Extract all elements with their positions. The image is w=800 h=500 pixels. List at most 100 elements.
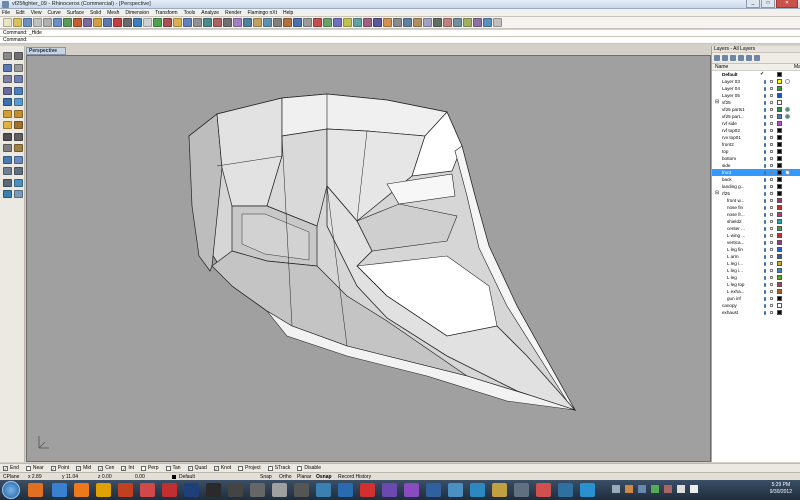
toolbar-tool-icon[interactable]	[383, 18, 392, 27]
visibility-bulb-icon[interactable]	[764, 220, 766, 224]
osnap-quad[interactable]: ✓ Quad	[187, 465, 207, 471]
lock-icon[interactable]	[770, 108, 773, 111]
explorer-icon[interactable]	[52, 483, 67, 497]
toolbar-tool-icon[interactable]	[403, 18, 412, 27]
toolbar-tool-icon[interactable]	[63, 18, 72, 27]
layer-color-swatch[interactable]	[777, 289, 782, 294]
left-palette-tool-icon[interactable]	[3, 190, 12, 198]
left-palette-tool-icon[interactable]	[3, 52, 12, 60]
toolbar-tool-icon[interactable]	[463, 18, 472, 27]
toolbar-tool-icon[interactable]	[53, 18, 62, 27]
left-palette-tool-icon[interactable]	[14, 178, 23, 187]
toolbar-tool-icon[interactable]	[33, 18, 42, 27]
layer-color-swatch[interactable]	[777, 247, 782, 252]
visibility-bulb-icon[interactable]	[764, 150, 766, 154]
visibility-bulb-icon[interactable]	[764, 115, 766, 119]
osnap-checkbox[interactable]	[140, 465, 146, 471]
lock-icon[interactable]	[770, 178, 773, 181]
app-icon-19[interactable]	[558, 483, 573, 497]
osnap-disable[interactable]: Disable	[297, 465, 321, 471]
left-palette-tool-icon[interactable]	[3, 63, 12, 72]
start-button[interactable]	[2, 481, 20, 499]
layer-row[interactable]: L leg fin	[712, 246, 800, 253]
layer-color-swatch[interactable]	[777, 128, 782, 133]
layer-row[interactable]: bottom	[712, 155, 800, 162]
layer-row[interactable]: front2	[712, 141, 800, 148]
toolbar-tool-icon[interactable]	[73, 18, 82, 27]
layer-expander-icon[interactable]: ⊟	[715, 99, 719, 106]
toolbar-tool-icon[interactable]	[93, 18, 102, 27]
move-up-icon[interactable]	[738, 55, 744, 61]
layer-row[interactable]: Layer 04	[712, 85, 800, 92]
toolbar-tool-icon[interactable]	[373, 18, 382, 27]
left-palette-tool-icon[interactable]	[3, 144, 12, 152]
layer-row[interactable]: L arm	[712, 253, 800, 260]
app-icon-5[interactable]	[228, 483, 243, 497]
layer-row[interactable]: canopy	[712, 302, 800, 309]
layer-row[interactable]: ⊟ vf25	[712, 99, 800, 106]
layer-color-swatch[interactable]	[777, 100, 782, 105]
layer-row[interactable]: back	[712, 176, 800, 183]
layer-row[interactable]: rvv top01	[712, 134, 800, 141]
layer-color-swatch[interactable]	[777, 86, 782, 91]
menu-dimension[interactable]: Dimension	[125, 9, 149, 16]
visibility-bulb-icon[interactable]	[764, 241, 766, 245]
left-palette-tool-icon[interactable]	[3, 75, 12, 83]
lock-icon[interactable]	[770, 185, 773, 188]
toolbar-tool-icon[interactable]	[223, 18, 232, 27]
layer-color-swatch[interactable]	[777, 212, 782, 217]
toolbar-tool-icon[interactable]	[433, 18, 442, 27]
visibility-bulb-icon[interactable]	[764, 136, 766, 140]
toolbar-tool-icon[interactable]	[453, 18, 462, 27]
left-palette-tool-icon[interactable]	[3, 167, 12, 175]
left-palette-tool-icon[interactable]	[3, 109, 12, 118]
toolbar-tool-icon[interactable]	[43, 18, 52, 27]
layer-row[interactable]: vf25 part...	[712, 113, 800, 120]
visibility-bulb-icon[interactable]	[764, 213, 766, 217]
app-icon-4[interactable]	[206, 483, 221, 497]
lock-icon[interactable]	[770, 171, 773, 174]
lock-icon[interactable]	[770, 255, 773, 258]
menu-mesh[interactable]: Mesh	[107, 9, 119, 16]
network-icon[interactable]	[677, 485, 685, 493]
toolbar-tool-icon[interactable]	[323, 18, 332, 27]
visibility-bulb-icon[interactable]	[764, 108, 766, 112]
layer-color-swatch[interactable]	[777, 170, 782, 175]
lock-icon[interactable]	[770, 129, 773, 132]
lock-icon[interactable]	[770, 311, 773, 314]
toolbar-tool-icon[interactable]	[113, 18, 122, 27]
left-palette-tool-icon[interactable]	[3, 86, 12, 95]
layer-color-swatch[interactable]	[777, 114, 782, 119]
layer-color-swatch[interactable]	[777, 135, 782, 140]
toolbar-tool-icon[interactable]	[263, 18, 272, 27]
app-icon-1[interactable]	[118, 483, 133, 497]
osnap-point[interactable]: ✓ Point	[50, 465, 69, 471]
layer-color-swatch[interactable]	[777, 107, 782, 112]
toolbar-tool-icon[interactable]	[333, 18, 342, 27]
osnap-checkbox[interactable]: ✓	[3, 465, 8, 471]
layer-color-swatch[interactable]	[777, 79, 782, 84]
lock-icon[interactable]	[770, 80, 773, 83]
toolbar-tool-icon[interactable]	[363, 18, 372, 27]
layer-color-swatch[interactable]	[777, 93, 782, 98]
toolbar-tool-icon[interactable]	[293, 18, 302, 27]
visibility-bulb-icon[interactable]	[764, 206, 766, 210]
layer-color-swatch[interactable]	[777, 303, 782, 308]
toolbar-tool-icon[interactable]	[123, 18, 132, 27]
osnap-cen[interactable]: ✓ Cen	[98, 465, 114, 471]
visibility-bulb-icon[interactable]	[764, 185, 766, 189]
left-palette-tool-icon[interactable]	[14, 190, 23, 198]
menu-surface[interactable]: Surface	[67, 9, 84, 16]
layer-row[interactable]: Layer 03	[712, 78, 800, 85]
tray-icon-3[interactable]	[638, 485, 646, 493]
app-icon-13[interactable]	[426, 483, 441, 497]
layer-row[interactable]: Default ✓	[712, 71, 800, 78]
visibility-bulb-icon[interactable]	[764, 227, 766, 231]
lock-icon[interactable]	[770, 227, 773, 230]
visibility-bulb-icon[interactable]	[764, 248, 766, 252]
close-button[interactable]: ✕	[776, 0, 798, 8]
osnap-near[interactable]: Near	[25, 465, 44, 471]
app-icon-7[interactable]	[294, 483, 309, 497]
layer-row[interactable]: gun inf	[712, 295, 800, 302]
visibility-bulb-icon[interactable]	[764, 255, 766, 259]
